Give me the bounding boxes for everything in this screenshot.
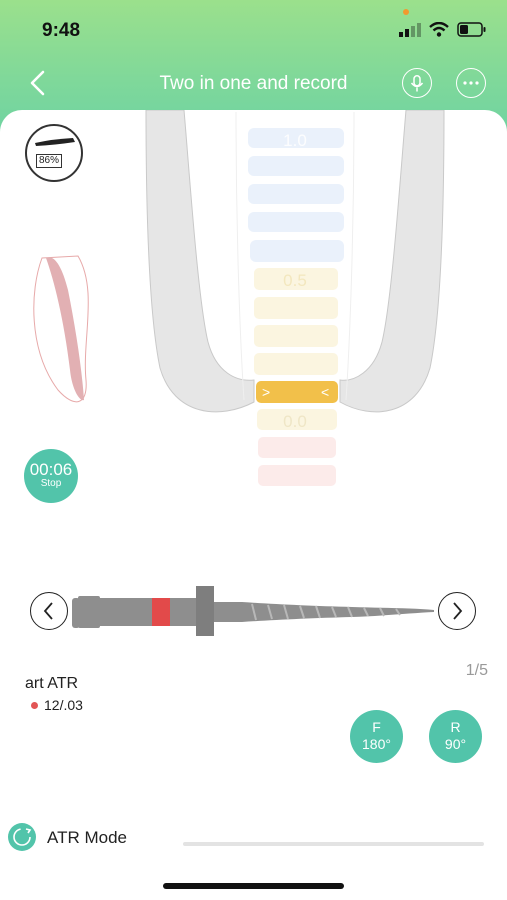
timer-action: Stop bbox=[40, 478, 62, 489]
timer-time: 00:06 bbox=[29, 460, 73, 479]
active-marker-left: > bbox=[262, 384, 271, 400]
more-icon bbox=[463, 81, 479, 85]
scale-label-zero: 0.0 bbox=[283, 412, 307, 431]
more-button[interactable] bbox=[456, 68, 486, 98]
mode-progress-track bbox=[183, 842, 484, 846]
scale-label-mid: 0.5 bbox=[283, 271, 307, 290]
handpiece-icon bbox=[35, 138, 75, 146]
mode-label: ATR Mode bbox=[47, 828, 127, 847]
device-battery-indicator: 86% bbox=[25, 124, 83, 182]
status-icons bbox=[399, 22, 487, 37]
reverse-angle-value: 90° bbox=[444, 736, 467, 752]
microphone-icon bbox=[410, 74, 424, 91]
recording-indicator bbox=[403, 9, 409, 15]
active-marker-right: < bbox=[321, 384, 330, 400]
wifi-icon bbox=[429, 22, 449, 37]
next-file-button[interactable] bbox=[438, 592, 476, 630]
atr-mode-icon bbox=[13, 828, 32, 846]
reverse-angle-label: R bbox=[450, 719, 461, 735]
signal-icon bbox=[399, 22, 421, 37]
voice-button[interactable] bbox=[402, 68, 432, 98]
reverse-angle-button[interactable]: R 90° bbox=[429, 710, 482, 763]
file-page-indicator: 1/5 bbox=[465, 662, 488, 679]
tooth-icon bbox=[33, 255, 89, 403]
atr-mode-button[interactable] bbox=[8, 823, 36, 851]
timer-stop-button[interactable]: 00:06 Stop bbox=[24, 449, 78, 503]
home-indicator[interactable] bbox=[163, 883, 344, 889]
battery-status-icon bbox=[457, 22, 486, 37]
forward-angle-button[interactable]: F 180° bbox=[350, 710, 403, 763]
file-size-label: 12/.03 bbox=[44, 697, 83, 713]
prev-icon bbox=[43, 602, 53, 620]
forward-angle-value: 180° bbox=[362, 736, 391, 752]
forward-angle-label: F bbox=[372, 719, 381, 735]
depth-scale bbox=[248, 128, 344, 486]
file-instrument-graphic bbox=[72, 586, 434, 636]
prev-file-button[interactable] bbox=[30, 592, 68, 630]
file-name: art ATR bbox=[25, 675, 79, 692]
file-color-dot bbox=[31, 701, 38, 709]
battery-percent: 86% bbox=[36, 154, 63, 168]
scale-label-top: 1.0 bbox=[283, 131, 307, 150]
next-icon bbox=[453, 602, 463, 620]
status-time: 9:48 bbox=[42, 20, 81, 41]
file-size: 12/.03 bbox=[31, 697, 83, 713]
